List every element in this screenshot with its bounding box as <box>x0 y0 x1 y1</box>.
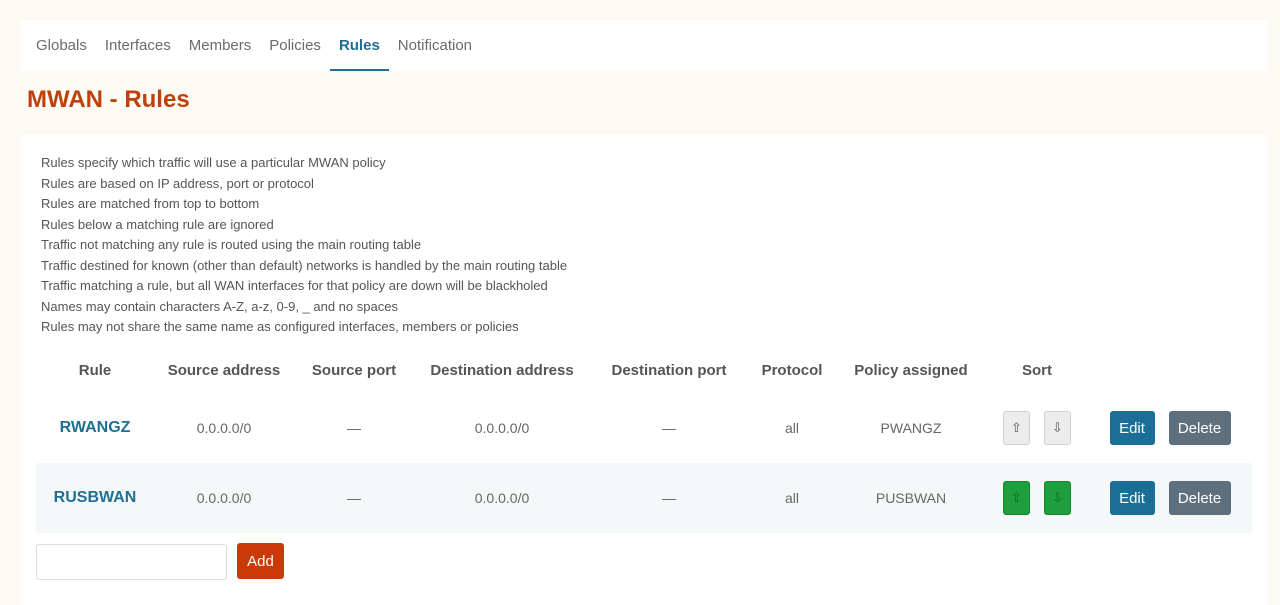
actions-cell: Edit Delete <box>1088 393 1252 463</box>
sort-cell: ⇧ ⇩ <box>986 463 1088 533</box>
edit-button[interactable]: Edit <box>1109 481 1155 515</box>
header-policy-assigned: Policy assigned <box>854 361 968 379</box>
destination-port-cell: — <box>590 463 748 533</box>
header-sort: Sort <box>1022 361 1052 379</box>
edit-button[interactable]: Edit <box>1109 411 1155 445</box>
move-down-button[interactable]: ⇩ <box>1044 411 1071 445</box>
sort-cell: ⇧ ⇩ <box>986 393 1088 463</box>
description-line: Rules below a matching rule are ignored <box>41 216 274 232</box>
add-button[interactable]: Add <box>237 543 284 579</box>
rules-card: Rules specify which traffic will use a p… <box>20 135 1268 605</box>
policy-cell: PUSBWAN <box>836 463 986 533</box>
move-up-button[interactable]: ⇧ <box>1003 411 1030 445</box>
tab-globals[interactable]: Globals <box>36 20 96 71</box>
destination-port-cell: — <box>662 420 676 436</box>
source-port-cell: — <box>294 463 414 533</box>
tab-members[interactable]: Members <box>180 20 261 71</box>
protocol-cell: all <box>748 463 836 533</box>
rule-name-cell: RUSBWAN <box>36 463 154 533</box>
destination-address-cell: 0.0.0.0/0 <box>414 463 590 533</box>
tab-bar: Globals Interfaces Members Policies Rule… <box>20 20 1268 71</box>
rule-name: RWANGZ <box>59 419 131 436</box>
header-protocol: Protocol <box>761 361 823 379</box>
actions-cell: Edit Delete <box>1088 463 1252 533</box>
rule-name-cell: RWANGZ <box>36 393 154 463</box>
tab-notification[interactable]: Notification <box>389 20 481 71</box>
description-line: Rules specify which traffic will use a p… <box>41 155 386 170</box>
policy-cell: PWANGZ <box>880 420 942 436</box>
source-port-cell: — <box>347 420 361 436</box>
delete-button[interactable]: Delete <box>1168 481 1231 515</box>
header-source-address: Source address <box>167 361 281 379</box>
description-line: Rules are matched from top to bottom <box>41 196 260 211</box>
rules-description: Rules specify which traffic will use a p… <box>41 153 567 338</box>
move-down-button[interactable]: ⇩ <box>1044 481 1071 515</box>
move-up-button[interactable]: ⇧ <box>1003 481 1030 515</box>
description-line: Rules are based on IP address, port or p… <box>41 175 314 191</box>
protocol-cell: all <box>784 420 799 436</box>
header-source-port: Source port <box>311 361 397 379</box>
table-row: RUSBWAN 0.0.0.0/0 — 0.0.0.0/0 — all PUSB… <box>36 463 1252 533</box>
table-header-row: Rule Source address Source port Destinat… <box>36 347 1252 393</box>
header-destination-address: Destination address <box>430 361 574 379</box>
header-destination-port: Destination port <box>611 361 727 379</box>
table-row: RWANGZ 0.0.0.0/0 — 0.0.0.0/0 — all PWANG… <box>36 393 1252 463</box>
tab-rules[interactable]: Rules <box>329 20 389 71</box>
delete-button[interactable]: Delete <box>1168 411 1231 445</box>
tab-interfaces[interactable]: Interfaces <box>96 20 180 71</box>
source-address-cell: 0.0.0.0/0 <box>154 463 294 533</box>
source-address-cell: 0.0.0.0/0 <box>196 420 252 436</box>
header-actions <box>1088 347 1252 393</box>
header-rule: Rule <box>78 361 112 379</box>
description-line: Traffic not matching any rule is routed … <box>41 237 422 252</box>
rules-table: Rule Source address Source port Destinat… <box>36 347 1252 533</box>
tab-policies[interactable]: Policies <box>260 20 330 71</box>
description-line: Rules may not share the same name as con… <box>41 319 519 334</box>
page-title: MWAN - Rules <box>27 86 190 113</box>
description-line: Traffic destined for known (other than d… <box>41 257 568 273</box>
description-line: Names may contain characters A-Z, a-z, 0… <box>41 298 398 314</box>
new-rule-name-input[interactable] <box>36 544 227 580</box>
destination-address-cell: 0.0.0.0/0 <box>474 420 530 436</box>
rule-name: RUSBWAN <box>53 489 137 506</box>
description-line: Traffic matching a rule, but all WAN int… <box>41 278 548 293</box>
